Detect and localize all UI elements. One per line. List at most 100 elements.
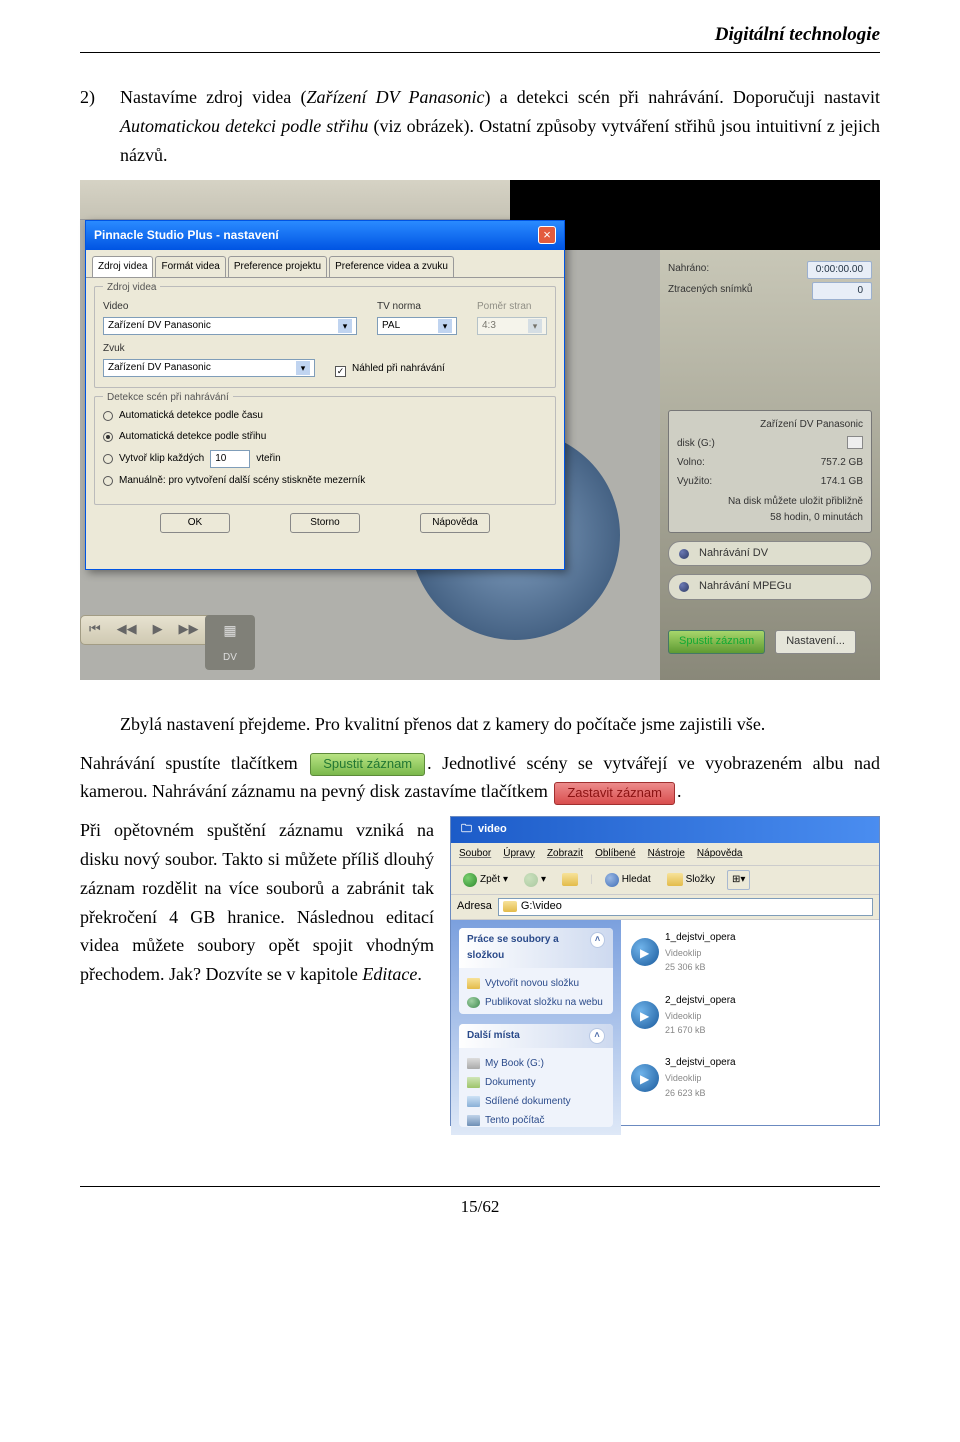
- interval-input[interactable]: 10: [210, 450, 250, 468]
- file-size: 21 670 kB: [665, 1023, 736, 1037]
- chevron-up-icon: ˄: [589, 1028, 605, 1044]
- screenshot-settings: Nahráno:0:00:00.00 Ztracených snímků0 Za…: [80, 180, 880, 680]
- dialog-title-text: Pinnacle Studio Plus - nastavení: [94, 226, 279, 245]
- ok-button[interactable]: OK: [160, 513, 230, 533]
- count-value: 0: [812, 282, 872, 300]
- forward-icon[interactable]: ▶▶: [179, 619, 199, 640]
- capture-mode-mpeg[interactable]: Nahrávání MPEGu: [668, 574, 872, 600]
- toolbar: Zpět ▾ ▾ | Hledat Složky ⊞▾: [451, 866, 879, 895]
- radio-time[interactable]: [103, 411, 113, 421]
- value: PAL: [382, 318, 400, 334]
- place-item[interactable]: Sdílené dokumenty: [467, 1094, 605, 1110]
- start-button-inline: Spustit záznam: [310, 753, 425, 776]
- tab-project-prefs[interactable]: Preference projektu: [228, 256, 327, 277]
- tab-format[interactable]: Formát videa: [155, 256, 225, 277]
- label: Využito:: [677, 474, 712, 490]
- file-type: Videoklip: [665, 1009, 736, 1023]
- screenshot-explorer: 🗀video Soubor Úpravy Zobrazit Oblíbené N…: [450, 816, 880, 1126]
- chapter-name: Editace: [362, 964, 417, 984]
- disk-icon: [467, 1058, 480, 1069]
- audio-dropdown[interactable]: Zařízení DV Panasonic▾: [103, 359, 315, 377]
- value: 4:3: [482, 318, 496, 334]
- file-item[interactable]: 2_dejstvi_opera Videoklip 21 670 kB: [631, 993, 741, 1038]
- folder-icon[interactable]: [847, 436, 863, 449]
- task-panel-header[interactable]: Další místa˄: [459, 1024, 613, 1048]
- tv-dropdown[interactable]: PAL▾: [377, 317, 457, 335]
- radio-cut[interactable]: [103, 432, 113, 442]
- folders-button[interactable]: Složky: [663, 871, 719, 889]
- label: Automatická detekce podle času: [119, 408, 263, 424]
- chevron-down-icon: ▾: [338, 319, 352, 333]
- tab-av-prefs[interactable]: Preference videa a zvuku: [329, 256, 454, 277]
- file-item[interactable]: 3_dejstvi_opera Videoklip 26 623 kB: [631, 1055, 741, 1100]
- settings-button[interactable]: Nastavení...: [775, 630, 856, 654]
- file-type: Videoklip: [665, 1071, 736, 1085]
- preview-area: [510, 180, 880, 250]
- device-name: Zařízení DV Panasonic: [306, 87, 484, 107]
- used-value: 174.1 GB: [821, 474, 863, 490]
- option-name: Automatickou detekci podle střihu: [120, 116, 368, 136]
- value: Zařízení DV Panasonic: [108, 360, 211, 376]
- tab-source[interactable]: Zdroj videa: [92, 256, 153, 277]
- folder-icon: [667, 873, 683, 886]
- views-button[interactable]: ⊞▾: [727, 870, 750, 890]
- note: Na disk můžete uložit přibližně: [677, 494, 863, 510]
- preview-checkbox[interactable]: [335, 366, 346, 377]
- menu-tools[interactable]: Nástroje: [648, 846, 685, 862]
- menu-favorites[interactable]: Oblíbené: [595, 846, 636, 862]
- section-header: Digitální technologie: [80, 20, 880, 53]
- back-icon: [463, 873, 477, 887]
- menu-edit[interactable]: Úpravy: [503, 846, 535, 862]
- search-icon: [605, 873, 619, 887]
- start-record-button[interactable]: Spustit záznam: [668, 630, 765, 654]
- label: Volno:: [677, 455, 705, 471]
- help-button[interactable]: Nápověda: [420, 513, 490, 533]
- video-label: Video: [103, 299, 357, 315]
- preview-label: Náhled při nahrávání: [352, 361, 445, 377]
- label: Vytvoř klip každých: [119, 451, 204, 467]
- prev-icon[interactable]: ⏮: [89, 619, 101, 640]
- video-dropdown[interactable]: Zařízení DV Panasonic ▾: [103, 317, 357, 335]
- chevron-down-icon: ▾: [528, 319, 542, 333]
- task-panel-header[interactable]: Práce se soubory a složkou˄: [459, 928, 613, 968]
- folder-icon: [467, 978, 480, 989]
- disk-info-box: Zařízení DV Panasonic disk (G:) Volno:75…: [668, 410, 872, 533]
- search-button[interactable]: Hledat: [601, 871, 655, 889]
- t: Při opětovném spuštění záznamu vzniká na…: [80, 820, 434, 984]
- up-button[interactable]: [558, 872, 582, 887]
- page-number: 15/62: [461, 1197, 500, 1216]
- capture-mode-dv[interactable]: Nahrávání DV: [668, 541, 872, 567]
- place-item[interactable]: My Book (G:): [467, 1056, 605, 1072]
- place-item[interactable]: Dokumenty: [467, 1075, 605, 1091]
- video-file-icon: [631, 938, 659, 966]
- rewind-icon[interactable]: ◀◀: [117, 619, 137, 640]
- menu-file[interactable]: Soubor: [459, 846, 491, 862]
- task-item[interactable]: Publikovat složku na webu: [467, 995, 605, 1011]
- radio-interval[interactable]: [103, 454, 113, 464]
- place-item[interactable]: Tento počítač: [467, 1113, 605, 1127]
- t: .: [417, 964, 422, 984]
- paragraph: Nahrávání spustíte tlačítkem Spustit záz…: [80, 749, 880, 807]
- item-text: Nastavíme zdroj videa (Zařízení DV Panas…: [120, 83, 880, 169]
- t: Nastavíme zdroj videa (: [120, 87, 306, 107]
- label: Vytvořit novou složku: [485, 976, 579, 992]
- radio-manual[interactable]: [103, 476, 113, 486]
- back-button[interactable]: Zpět ▾: [459, 871, 512, 889]
- t: ) a detekci scén při nahrávání. Doporuču…: [484, 87, 880, 107]
- fieldset-scene-detect: Detekce scén při nahrávání Automatická d…: [94, 396, 556, 505]
- play-icon[interactable]: ▶: [153, 619, 163, 640]
- numbered-item: 2) Nastavíme zdroj videa (Zařízení DV Pa…: [80, 83, 880, 169]
- label: Manuálně: pro vytvoření další scény stis…: [119, 473, 365, 489]
- address-field[interactable]: G:\video: [498, 898, 873, 916]
- t: Nahrávání spustíte tlačítkem: [80, 753, 308, 773]
- file-item[interactable]: 1_dejstvi_opera Videoklip 25 306 kB: [631, 930, 741, 975]
- menu-help[interactable]: Nápověda: [697, 846, 743, 862]
- file-name: 2_dejstvi_opera: [665, 993, 736, 1009]
- t: Zbylá nastavení přejdeme. Pro kvalitní p…: [120, 714, 765, 734]
- close-icon[interactable]: ×: [538, 226, 556, 244]
- task-item[interactable]: Vytvořit novou složku: [467, 976, 605, 992]
- cancel-button[interactable]: Storno: [290, 513, 360, 533]
- forward-icon: [524, 873, 538, 887]
- value: Zařízení DV Panasonic: [108, 318, 211, 334]
- menu-view[interactable]: Zobrazit: [547, 846, 583, 862]
